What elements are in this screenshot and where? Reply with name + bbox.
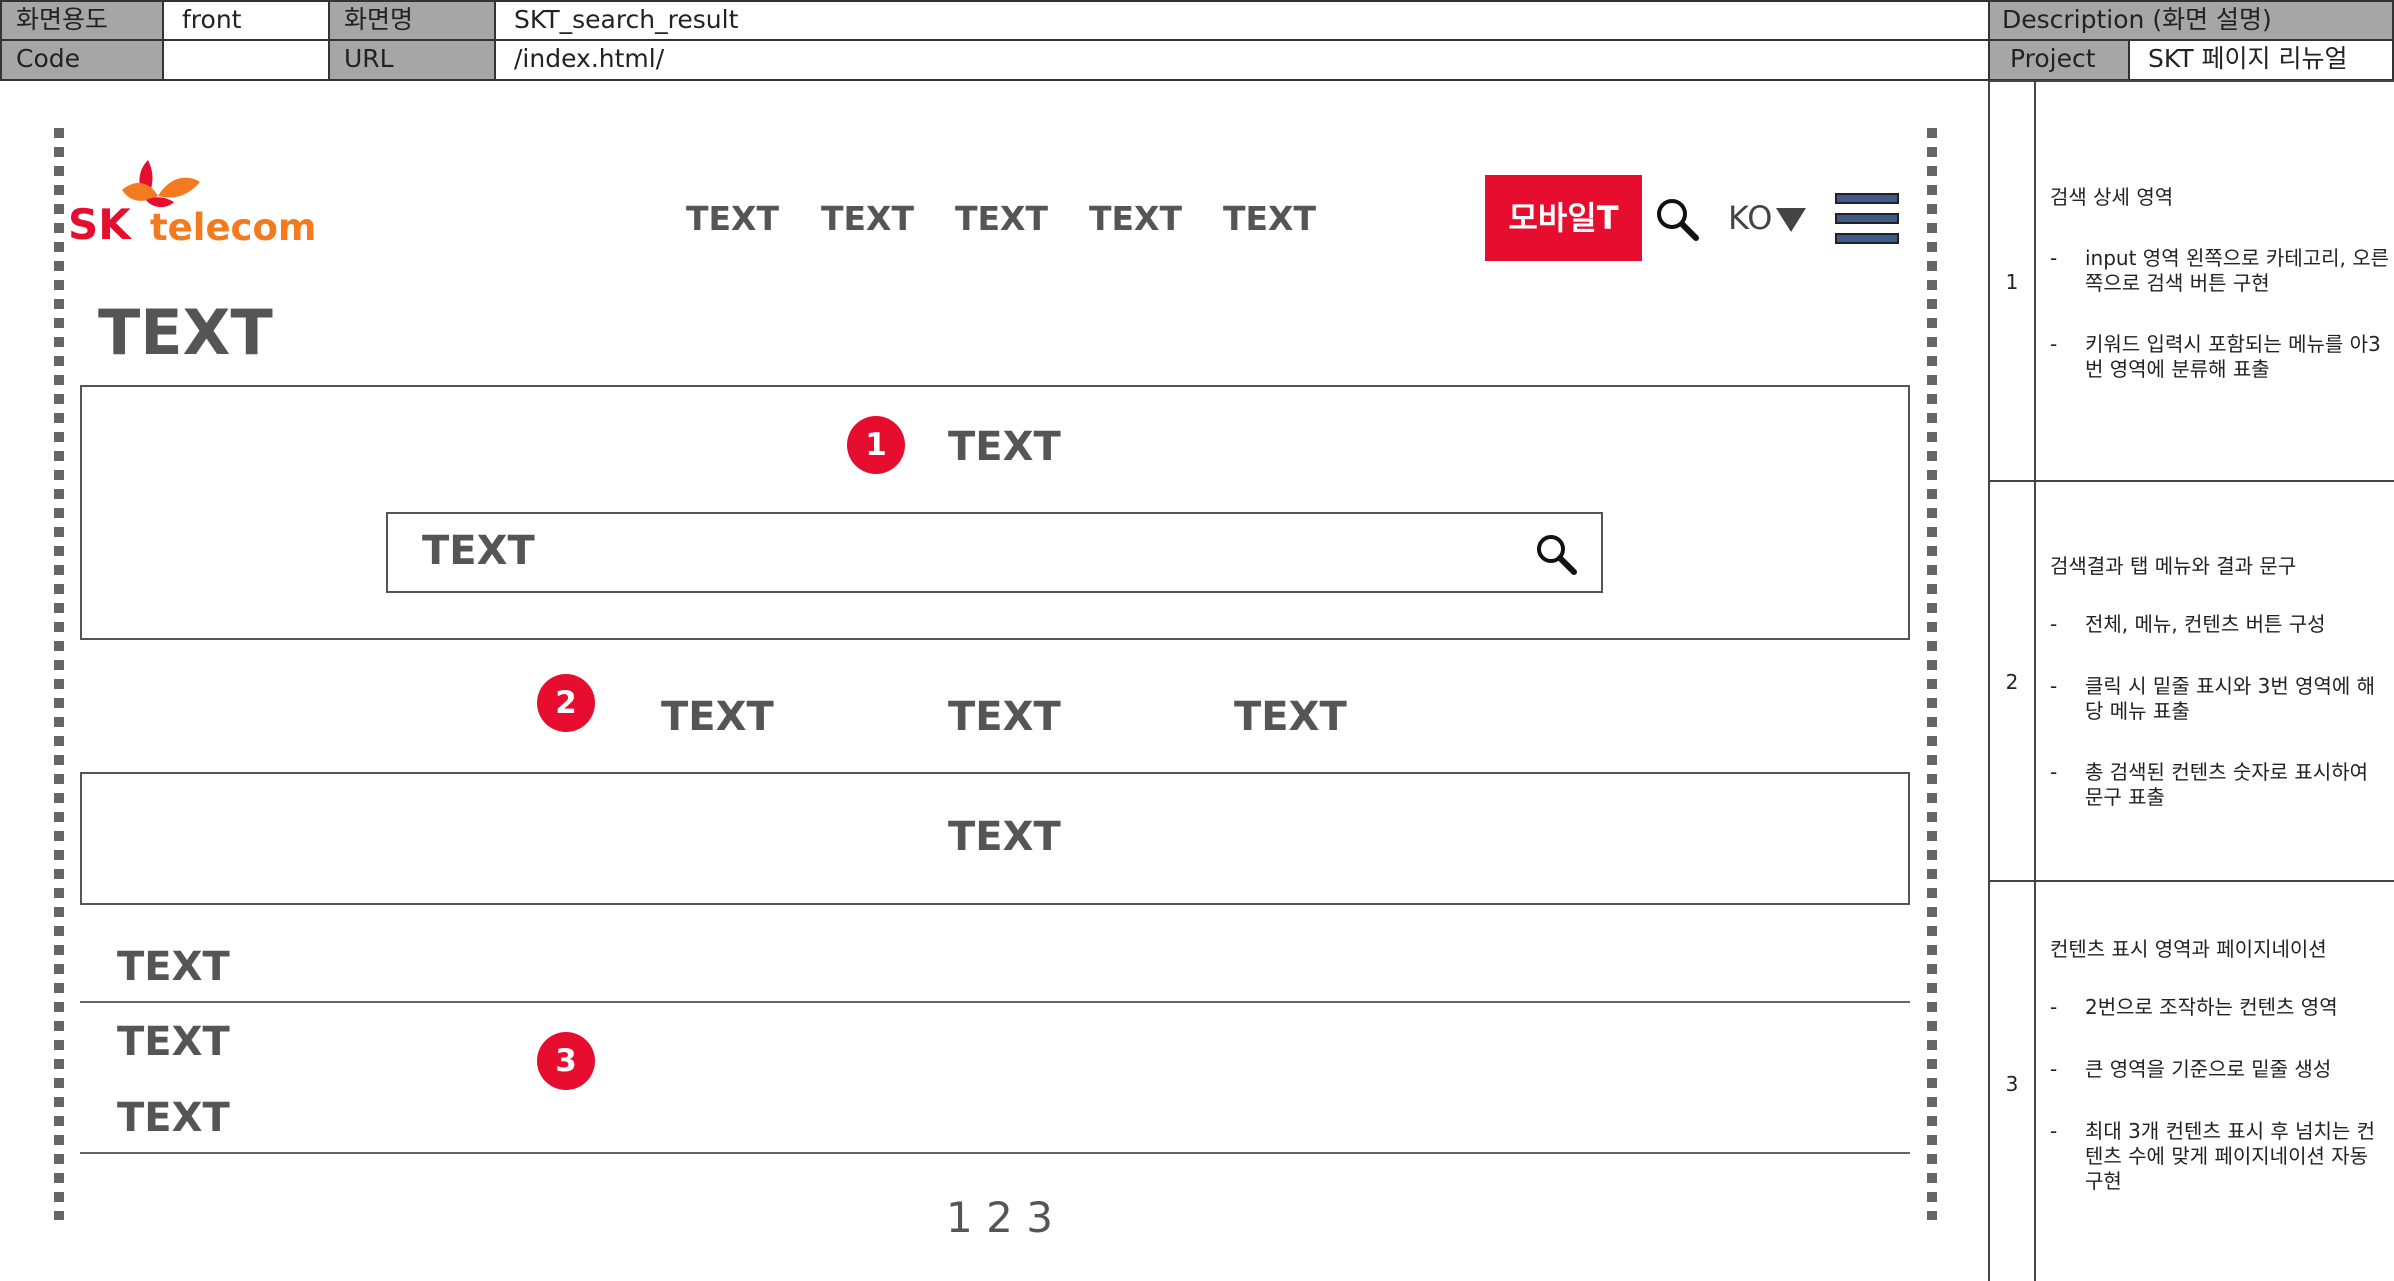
result-tab-2[interactable]: TEXT: [948, 694, 1061, 740]
caret-down-icon: [1776, 208, 1806, 232]
content-list-item[interactable]: TEXT: [117, 1019, 230, 1065]
mobile-t-button[interactable]: 모바일T: [1485, 175, 1642, 261]
description-label: Description (화면 설명): [1988, 0, 2394, 41]
search-section-heading: TEXT: [948, 424, 1061, 470]
page-link-1[interactable]: 1: [946, 1193, 973, 1242]
result-summary-box: TEXT: [80, 772, 1910, 905]
logo-sk-text: SK: [68, 200, 131, 249]
screen-name-value: SKT_search_result: [494, 0, 1990, 41]
nav-item-4[interactable]: TEXT: [1089, 199, 1182, 238]
description-item: - 키워드 입력시 포함되는 메뉴를 아3번 영역에 분류해 표출: [2050, 332, 2381, 381]
description-item: - input 영역 왼쪽으로 카테고리, 오른쪽으로 검색 버튼 구현: [2050, 246, 2390, 295]
description-title: 검색결과 탭 메뉴와 결과 문구: [2050, 554, 2297, 578]
description-row-3: 3 컨텐츠 표시 영역과 페이지네이션 -2번으로 조작하는 컨텐츠 영역 -큰…: [1988, 880, 2394, 1281]
result-tab-3[interactable]: TEXT: [1234, 694, 1347, 740]
section-badge-3: 3: [537, 1032, 595, 1090]
nav-item-1[interactable]: TEXT: [686, 199, 779, 238]
logo-telecom-text: telecom: [150, 206, 317, 249]
description-item: - 클릭 시 밑줄 표시와 3번 영역에 해당 메뉴 표출: [2050, 674, 2376, 723]
search-input-value: TEXT: [422, 528, 535, 574]
description-item: - 최대 3개 컨텐츠 표시 후 넘치는 컨텐츠 수에 맞게 페이지네이션 자동 …: [2050, 1119, 2376, 1193]
pagination: 1 2 3: [946, 1193, 1053, 1242]
search-input[interactable]: TEXT: [386, 512, 1603, 593]
description-item: -총 검색된 컨텐츠 숫자로 표시하여 문구 표출: [2050, 760, 2369, 809]
content-divider: [80, 1152, 1910, 1154]
screen-type-value: front: [162, 0, 330, 41]
search-icon[interactable]: [1654, 196, 1700, 242]
code-label: Code: [0, 39, 164, 81]
description-row-2: 2 검색결과 탭 메뉴와 결과 문구 - 전체, 메뉴, 컨텐츠 버튼 구성 -클…: [1988, 480, 2394, 882]
search-submit-icon[interactable]: [1534, 532, 1578, 576]
description-number: 2: [2005, 670, 2019, 694]
page-title: TEXT: [98, 296, 273, 369]
code-value: [162, 39, 330, 81]
content-divider: [80, 1001, 1910, 1003]
description-number: 1: [2005, 270, 2019, 294]
nav-item-3[interactable]: TEXT: [955, 199, 1048, 238]
result-tab-1[interactable]: TEXT: [661, 694, 774, 740]
screen-type-label: 화면용도: [0, 0, 164, 41]
section-badge-1: 1: [847, 416, 905, 474]
description-row-1: 1 검색 상세 영역 - input 영역 왼쪽으로 카테고리, 오른쪽으로 검색…: [1988, 80, 2394, 482]
sk-telecom-logo[interactable]: SK telecom: [68, 156, 316, 252]
viewport-left-border: [54, 128, 64, 1220]
page-link-3[interactable]: 3: [1026, 1193, 1053, 1242]
url-value: /index.html/: [494, 39, 1990, 81]
page-link-2[interactable]: 2: [986, 1193, 1013, 1242]
content-list-item[interactable]: TEXT: [117, 944, 230, 990]
description-title: 컨텐츠 표시 영역과 페이지네이션: [2050, 937, 2327, 961]
result-summary-text: TEXT: [948, 814, 1061, 860]
content-list-item[interactable]: TEXT: [117, 1095, 230, 1141]
description-item: -큰 영역을 기준으로 밑줄 생성: [2050, 1057, 2332, 1081]
language-selector[interactable]: KO: [1728, 199, 1772, 237]
nav-item-5[interactable]: TEXT: [1223, 199, 1316, 238]
description-item: - 전체, 메뉴, 컨텐츠 버튼 구성: [2050, 612, 2326, 636]
screen-name-label: 화면명: [328, 0, 496, 41]
nav-item-2[interactable]: TEXT: [821, 199, 914, 238]
project-label: Project: [1988, 39, 2130, 81]
section-badge-2: 2: [537, 674, 595, 732]
description-item: -2번으로 조작하는 컨텐츠 영역: [2050, 995, 2338, 1019]
viewport-right-border: [1927, 128, 1937, 1220]
description-number: 3: [2005, 1072, 2019, 1096]
description-title: 검색 상세 영역: [2050, 185, 2174, 209]
project-value: SKT 페이지 리뉴얼: [2128, 39, 2394, 81]
url-label: URL: [328, 39, 496, 81]
hamburger-menu-icon[interactable]: [1835, 193, 1899, 245]
